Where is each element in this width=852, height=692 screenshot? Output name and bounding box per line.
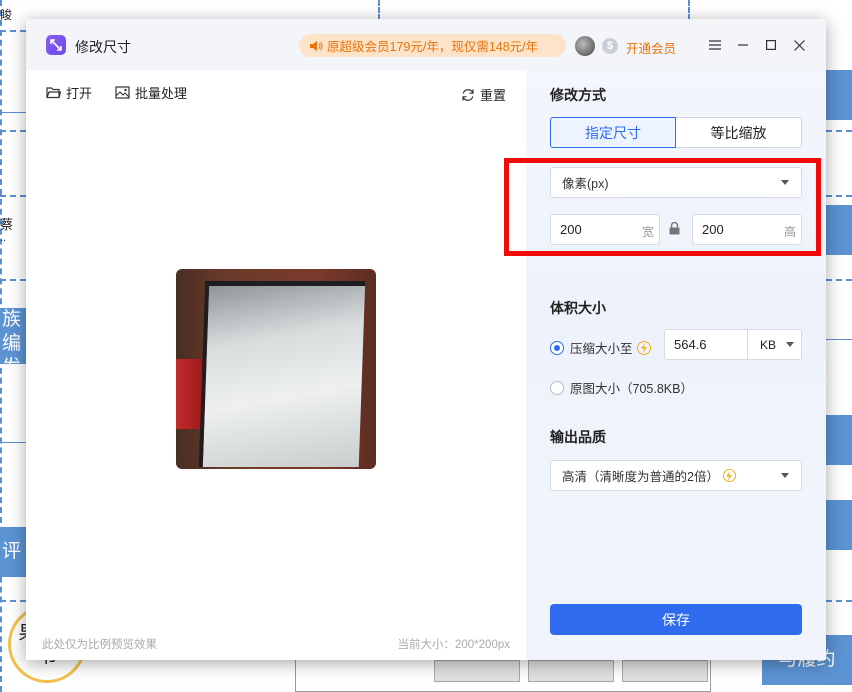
bg-dashed-line (0, 279, 26, 281)
bg-text: .. (0, 232, 7, 244)
bg-line (0, 112, 26, 113)
unit-select-value: 像素(px) (562, 177, 609, 191)
bg-line (0, 442, 26, 443)
chevron-down-icon (786, 342, 794, 347)
width-input[interactable]: 200 宽 (550, 214, 660, 245)
original-size-label: 原图大小（705.8KB） (570, 382, 693, 396)
promo-banner[interactable]: 原超级会员179元/年，现仅需148元/年 ✕ (299, 34, 588, 57)
avatar[interactable] (575, 36, 595, 56)
vip-bolt-icon (722, 469, 736, 482)
bg-button-segment (622, 660, 708, 682)
bg-box (826, 205, 852, 255)
close-icon[interactable] (789, 34, 809, 56)
bg-box: 评 (0, 527, 26, 577)
batch-process-label: 批量处理 (135, 86, 188, 101)
reset-label: 重置 (480, 88, 507, 103)
bg-button-segment (528, 660, 614, 682)
bg-dashed-line (378, 0, 380, 20)
menu-icon[interactable] (705, 34, 725, 56)
bg-box (826, 70, 852, 120)
chevron-down-icon (781, 473, 789, 478)
original-size-option[interactable]: 原图大小（705.8KB） (550, 378, 693, 397)
quality-select-value: 高清（清晰度为普通的2倍） (562, 470, 719, 484)
preview-image (176, 269, 376, 469)
reset-button[interactable]: 重置 (461, 85, 506, 104)
vip-bolt-icon (636, 340, 651, 355)
lock-icon[interactable] (669, 221, 680, 240)
resize-app-icon (46, 35, 66, 55)
compress-unit-select[interactable]: KB (747, 329, 802, 360)
bg-box-text: 评 (2, 541, 22, 562)
volume-title: 体积大小 (550, 300, 606, 316)
image-icon (115, 86, 130, 99)
compress-size-value: 564.6 (674, 337, 707, 352)
preview-image-detail (198, 281, 366, 467)
width-value: 200 (560, 222, 582, 237)
save-button[interactable]: 保存 (550, 604, 802, 635)
tab-specified-size[interactable]: 指定尺寸 (550, 117, 676, 148)
compress-label: 压缩大小至 (570, 342, 633, 356)
bg-box (826, 415, 852, 465)
width-unit: 宽 (641, 225, 654, 239)
unit-select[interactable]: 像素(px) (550, 167, 802, 198)
batch-process-button[interactable]: 批量处理 (115, 83, 187, 102)
bg-box (826, 500, 852, 550)
window-title: 修改尺寸 (75, 39, 131, 55)
open-button[interactable]: 打开 (46, 83, 92, 102)
bg-dashed-line (826, 279, 852, 281)
folder-icon (46, 87, 61, 99)
maximize-icon[interactable] (761, 34, 781, 56)
compress-radio[interactable] (550, 340, 564, 355)
bg-dashed-line (826, 130, 852, 132)
open-label: 打开 (66, 86, 93, 101)
original-size-radio[interactable] (550, 380, 564, 395)
minimize-icon[interactable] (733, 34, 753, 56)
bg-button-segment (434, 660, 520, 682)
bg-text: 睃 (0, 8, 13, 22)
compress-unit-value: KB (760, 337, 777, 352)
title-bar: 修改尺寸 原超级会员179元/年，现仅需148元/年 ✕ $ 开通会员 (26, 19, 826, 70)
speaker-icon (309, 40, 323, 52)
chevron-down-icon (781, 180, 789, 185)
coin-icon: $ (602, 38, 618, 54)
bg-box: 族 编 发布 (0, 308, 26, 364)
mode-title: 修改方式 (550, 87, 606, 103)
quality-title: 输出品质 (550, 429, 606, 445)
height-unit: 高 (783, 225, 796, 239)
preview-note: 此处仅为比例预览效果 (42, 639, 157, 651)
promo-text: 原超级会员179元/年，现仅需148元/年 (327, 40, 539, 54)
bg-dashed-line (0, 600, 26, 602)
bg-dashed-line (0, 130, 26, 132)
compress-size-input[interactable]: 564.6 (664, 329, 748, 360)
bg-dashed-line (688, 0, 690, 20)
bg-button-group (295, 655, 711, 692)
current-size: 当前大小：200*200px (397, 639, 511, 651)
height-input[interactable]: 200 高 (692, 214, 802, 245)
bg-box-text: 族 编 (2, 309, 22, 354)
bg-dashed-line (826, 195, 852, 197)
bg-dashed-line (0, 30, 26, 32)
vip-link[interactable]: 开通会员 (626, 38, 676, 57)
bg-line (826, 339, 852, 340)
bg-dashed-line (0, 195, 26, 197)
compress-option[interactable]: 压缩大小至 (550, 338, 651, 357)
bg-dashed-line (826, 600, 852, 602)
bg-text: 蔡 (0, 217, 14, 232)
height-value: 200 (702, 222, 724, 237)
tab-proportional-scale[interactable]: 等比缩放 (676, 117, 802, 148)
settings-panel: 修改方式 指定尺寸 等比缩放 像素(px) 200 宽 200 高 体积大小 压… (526, 70, 826, 660)
refresh-icon (462, 88, 474, 101)
quality-select[interactable]: 高清（清晰度为普通的2倍） (550, 460, 802, 491)
bg-box-text: 发布 (2, 356, 26, 364)
resize-dialog: 修改尺寸 原超级会员179元/年，现仅需148元/年 ✕ $ 开通会员 (26, 19, 826, 660)
